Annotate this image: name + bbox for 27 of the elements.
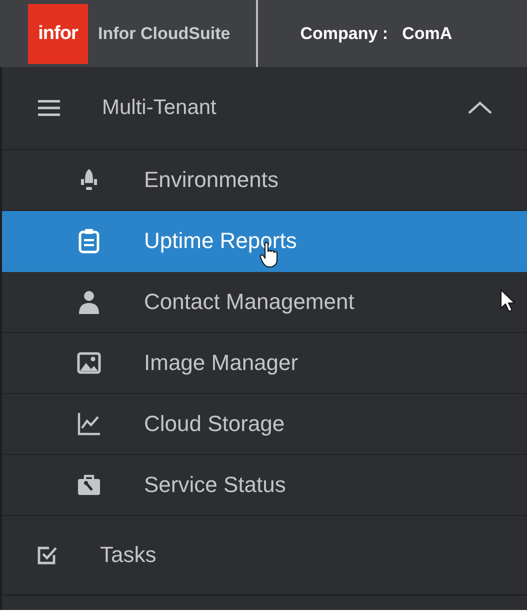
company-label: Company :	[300, 24, 388, 44]
menu-group-header[interactable]: Multi-Tenant	[2, 67, 527, 150]
product-name: Infor CloudSuite	[98, 24, 230, 44]
menu-item-label: Contact Management	[144, 289, 354, 315]
menu-item-label: Service Status	[144, 472, 286, 498]
pointer-cursor-icon	[500, 289, 516, 313]
tasks-label: Tasks	[100, 542, 156, 568]
checkbox-icon	[36, 544, 58, 566]
menu-item[interactable]: Cloud Storage	[2, 394, 527, 455]
chart-icon	[77, 412, 101, 436]
menu-icon	[38, 100, 60, 116]
menu-item-label: Cloud Storage	[144, 411, 285, 437]
briefcase-icon	[77, 473, 101, 497]
menu-item[interactable]: Uptime Reports	[2, 211, 527, 272]
infor-logo: infor	[28, 4, 88, 64]
image-icon	[77, 352, 101, 374]
company-value: ComA	[402, 24, 452, 44]
clipboard-icon	[77, 228, 101, 254]
tasks-menu-item[interactable]: Tasks	[2, 516, 527, 596]
menu-item-label: Image Manager	[144, 350, 298, 376]
menu-item-label: Environments	[144, 167, 279, 193]
chevron-icon	[467, 101, 493, 115]
menu-item-label: Uptime Reports	[144, 228, 297, 254]
menu-group-title: Multi-Tenant	[102, 96, 218, 120]
person-icon	[77, 290, 101, 314]
menu-item[interactable]: Image Manager	[2, 333, 527, 394]
menu-item[interactable]: Service Status	[2, 455, 527, 516]
